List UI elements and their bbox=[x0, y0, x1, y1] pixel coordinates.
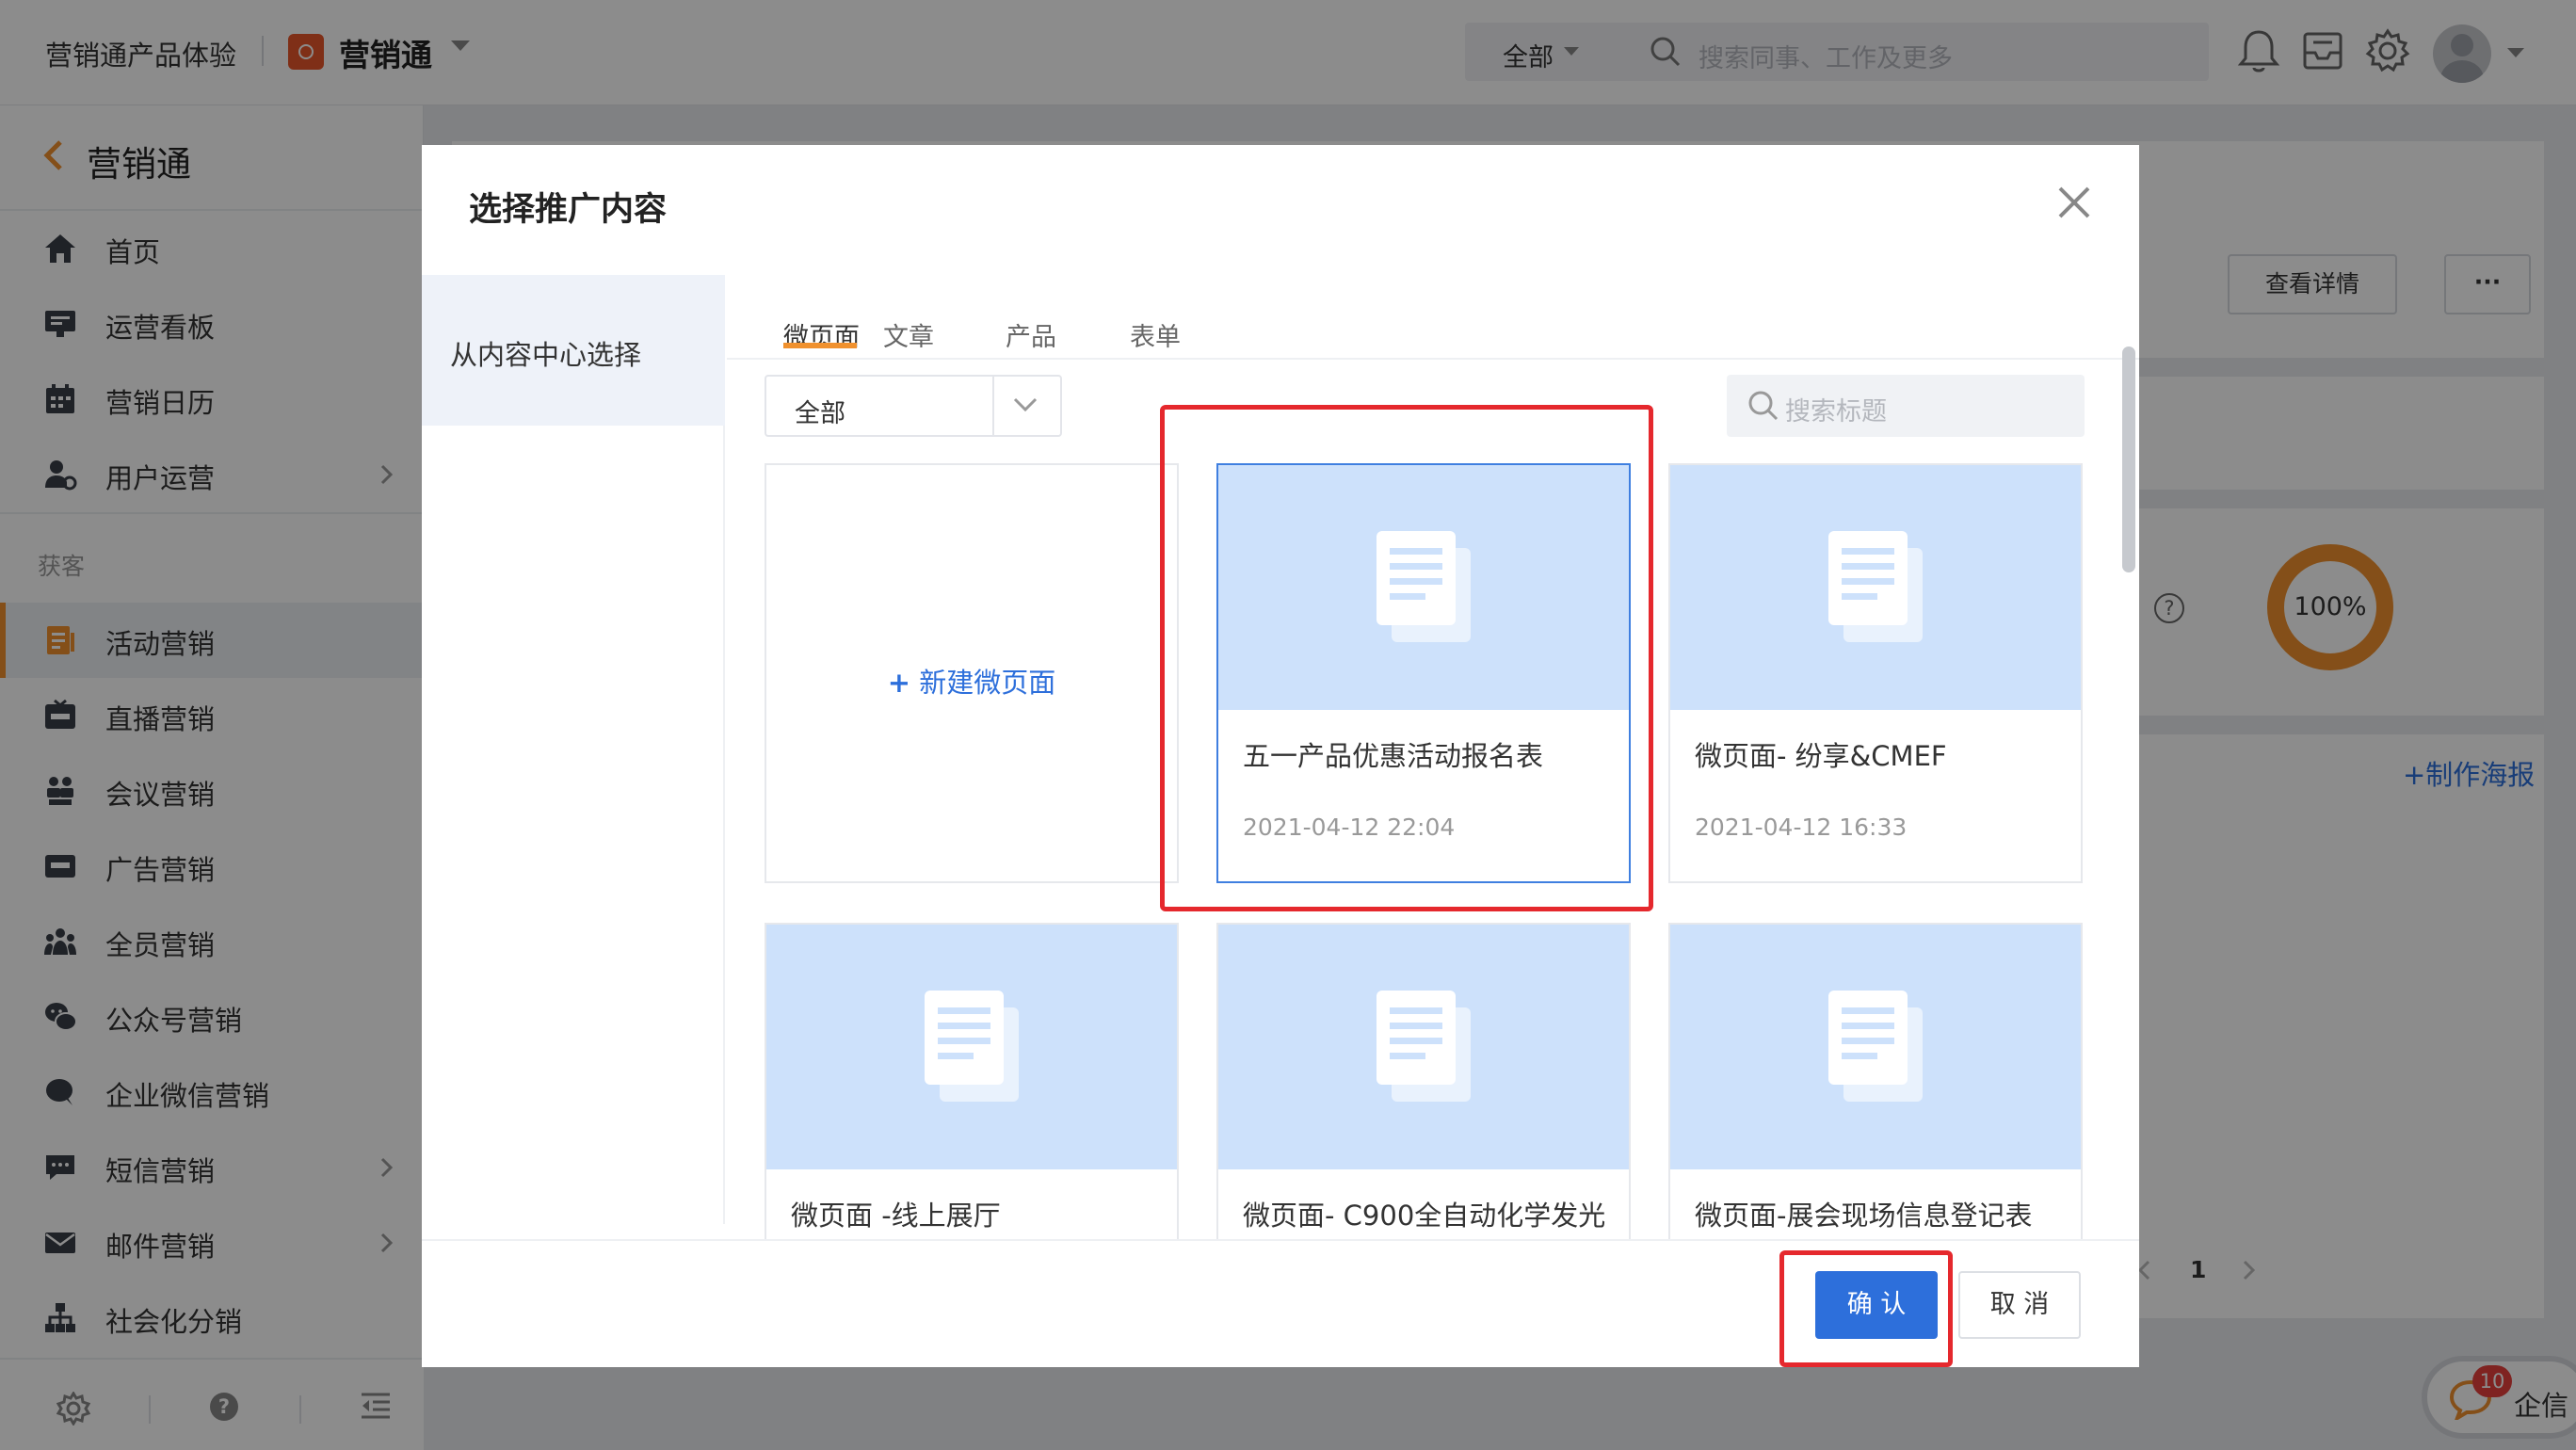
content-thumbnail bbox=[1670, 465, 2081, 710]
document-icon bbox=[925, 991, 1019, 1102]
new-micro-page-button[interactable]: + 新建微页面 bbox=[766, 465, 1177, 881]
content-date: 2021-04-12 22:04 bbox=[1243, 814, 1456, 841]
tab-product[interactable]: 产品 bbox=[1006, 316, 1056, 353]
content-thumbnail bbox=[1218, 465, 1629, 710]
search-icon bbox=[1748, 391, 1779, 421]
confirm-button[interactable]: 确 认 bbox=[1815, 1271, 1938, 1339]
select-content-dialog: 选择推广内容 从内容中心选择 微页面 文章 产品 表单 全部 搜索标题 + 新建… bbox=[422, 145, 2139, 1367]
content-type-tabs: 微页面 文章 产品 表单 bbox=[727, 275, 2139, 360]
content-thumbnail bbox=[1670, 925, 2081, 1169]
content-card[interactable]: 微页面- 纷享&CMEF 2021-04-12 16:33 bbox=[1668, 463, 2083, 883]
content-card[interactable]: 五一产品优惠活动报名表 2021-04-12 22:04 bbox=[1216, 463, 1631, 883]
content-title: 五一产品优惠活动报名表 bbox=[1243, 740, 1544, 772]
dialog-footer: 确 认 取 消 bbox=[422, 1239, 2139, 1367]
content-title: 微页面- 纷享&CMEF bbox=[1695, 740, 1947, 772]
category-select-value: 全部 bbox=[795, 399, 845, 428]
document-icon bbox=[1828, 531, 1923, 642]
category-select[interactable]: 全部 bbox=[765, 375, 1062, 437]
source-content-center[interactable]: 从内容中心选择 bbox=[422, 275, 725, 426]
document-icon bbox=[1377, 531, 1471, 642]
document-icon bbox=[1828, 991, 1923, 1102]
title-search-input[interactable]: 搜索标题 bbox=[1727, 375, 2085, 437]
tab-article[interactable]: 文章 bbox=[883, 316, 934, 353]
scrollbar[interactable] bbox=[2122, 346, 2135, 572]
source-label: 从内容中心选择 bbox=[450, 339, 642, 371]
active-tab-indicator bbox=[783, 343, 857, 348]
document-icon bbox=[1377, 991, 1471, 1102]
new-micro-page-card[interactable]: + 新建微页面 bbox=[765, 463, 1179, 883]
close-icon[interactable] bbox=[2056, 185, 2092, 220]
content-thumbnail bbox=[1218, 925, 1629, 1169]
source-menu: 从内容中心选择 bbox=[422, 275, 725, 1224]
content-title: 微页面-展会现场信息登记表 bbox=[1695, 1200, 2033, 1232]
content-title: 微页面- C900全自动化学发光 bbox=[1243, 1200, 1606, 1232]
chevron-down-icon bbox=[1013, 397, 1038, 412]
plus-icon: + bbox=[887, 667, 911, 699]
new-micro-page-label: 新建微页面 bbox=[919, 667, 1056, 699]
search-placeholder: 搜索标题 bbox=[1785, 397, 1887, 427]
content-thumbnail bbox=[766, 925, 1177, 1169]
content-date: 2021-04-12 16:33 bbox=[1695, 814, 1908, 841]
tab-form[interactable]: 表单 bbox=[1130, 316, 1181, 353]
divider bbox=[992, 377, 994, 435]
dialog-title: 选择推广内容 bbox=[469, 191, 668, 229]
content-title: 微页面 -线上展厅 bbox=[791, 1200, 1001, 1232]
cancel-button[interactable]: 取 消 bbox=[1958, 1271, 2081, 1339]
